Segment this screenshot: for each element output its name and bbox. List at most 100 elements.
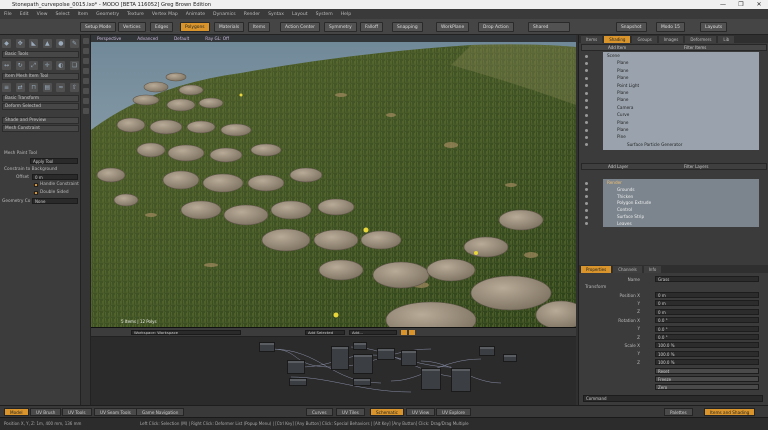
shader-tree-row[interactable]: Polygon Extrude [617, 200, 651, 206]
property-value-field[interactable]: 0 m [655, 292, 759, 298]
property-value-field[interactable]: 100.0 % [655, 342, 759, 349]
basic-tools-row[interactable]: Basic Tools [2, 51, 79, 58]
visibility-eye-icon[interactable] [585, 54, 588, 58]
smooth-tool-icon[interactable]: ≈ [56, 83, 66, 92]
vertices-button[interactable]: Vertices [118, 22, 146, 32]
viewport-tab-advanced[interactable]: Advanced [137, 36, 158, 41]
visibility-eye-icon[interactable] [585, 222, 588, 226]
visibility-eye-icon[interactable] [585, 143, 588, 147]
shader-tree-row[interactable]: Thicken [617, 194, 633, 200]
item-list-row[interactable]: Plane [617, 75, 629, 81]
tab-uv-tiles[interactable]: UV Tiles [336, 408, 365, 416]
rotate-tool-icon[interactable]: ↻ [15, 61, 25, 70]
property-value-field[interactable]: Zero [655, 384, 759, 391]
shader-tree-row[interactable]: Surface Strip [617, 214, 644, 220]
menu-system[interactable]: System [316, 12, 333, 17]
menu-view[interactable]: View [37, 12, 48, 17]
schematic-node[interactable] [401, 350, 417, 366]
schematic-node[interactable] [353, 378, 371, 386]
tab-properties[interactable]: Properties [581, 266, 612, 273]
handle-constraint-checkbox[interactable] [34, 183, 38, 187]
tab-shading[interactable]: Shading [604, 36, 631, 43]
shared-dropdown[interactable]: Shared [528, 22, 570, 32]
item-list-row[interactable]: Surface Particle Generator [627, 142, 682, 148]
property-value-field[interactable]: 0 m [655, 308, 759, 315]
action-center-button[interactable]: Action Center [280, 22, 320, 32]
tab-groups[interactable]: Groups [632, 36, 657, 43]
menu-geometry[interactable]: Geometry [96, 12, 119, 17]
edge-slide-icon[interactable]: ⇄ [15, 83, 25, 92]
item-list-row[interactable]: Plane [617, 97, 629, 103]
tab-model[interactable]: Model [4, 408, 29, 416]
apply-tool-button[interactable]: Apply Tool [30, 158, 78, 164]
visibility-eye-icon[interactable] [585, 135, 588, 139]
move-tool-icon[interactable]: ↔ [2, 61, 11, 70]
select-tool-icon[interactable]: ◆ [2, 39, 11, 48]
item-list-row[interactable]: Plane [617, 127, 629, 133]
basic-transform-row[interactable]: Basic Transform [2, 95, 79, 102]
property-value-field[interactable]: 100.0 % [655, 350, 759, 357]
visibility-eye-icon[interactable] [585, 215, 588, 219]
double-sided-checkbox[interactable] [34, 191, 38, 195]
schematic-node[interactable] [287, 360, 305, 374]
shader-tree-row[interactable]: Leaves [617, 221, 632, 227]
schematic-node[interactable] [479, 346, 495, 356]
workspace-select[interactable]: Workspace: Workspace [131, 330, 241, 335]
visibility-eye-icon[interactable] [585, 128, 588, 132]
property-value-field[interactable]: 0.0 ° [655, 325, 759, 332]
add-layer-button[interactable]: Add Layer [582, 164, 674, 169]
falloff-button[interactable]: Falloff [360, 22, 383, 32]
transform-tool-icon[interactable]: ✥ [15, 39, 25, 48]
property-value-field[interactable]: 100.0 % [655, 359, 759, 366]
menu-layout[interactable]: Layout [292, 12, 308, 17]
close-button[interactable]: ✕ [750, 0, 768, 9]
schematic-pin-icon[interactable] [401, 330, 407, 335]
items-button[interactable]: Items [248, 22, 271, 32]
strip-button-7[interactable] [82, 98, 89, 104]
symmetry-button[interactable]: Symmetry [324, 22, 357, 32]
snapshot-button[interactable]: Snapshot [616, 22, 647, 32]
clone-tool-icon[interactable]: ❏ [69, 61, 79, 70]
visibility-eye-icon[interactable] [585, 84, 588, 88]
add-selected-select[interactable]: Add Selected [305, 330, 345, 335]
shader-tree-row[interactable]: Grounds [617, 187, 635, 193]
tab-channels[interactable]: Channels [613, 266, 642, 273]
workplane-button[interactable]: WorkPlane [436, 22, 470, 32]
strip-button-4[interactable] [82, 68, 89, 74]
strip-button-8[interactable] [82, 108, 89, 114]
menu-render[interactable]: Render [244, 12, 260, 17]
visibility-eye-icon[interactable] [585, 76, 588, 80]
schematic-node[interactable] [377, 348, 395, 360]
visibility-eye-icon[interactable] [585, 69, 588, 73]
tab-lib[interactable]: Lib [718, 36, 735, 43]
item-list-row[interactable]: Plane [617, 90, 629, 96]
property-value-field[interactable]: 0.0 ° [655, 334, 759, 340]
menu-edit[interactable]: Edit [20, 12, 29, 17]
schematic-node[interactable] [259, 342, 275, 352]
schematic-layout-icon[interactable] [409, 330, 415, 335]
tab-curves[interactable]: Curves [306, 408, 333, 416]
strip-button-6[interactable] [82, 88, 89, 94]
item-list-row[interactable]: Plane [617, 120, 629, 126]
menu-file[interactable]: File [4, 12, 12, 17]
property-value-field[interactable]: 0 m [655, 300, 759, 307]
tab-info[interactable]: Info [643, 266, 662, 273]
visibility-eye-icon[interactable] [585, 121, 588, 125]
schematic-node[interactable] [421, 368, 441, 390]
mesh-item-tool-row[interactable]: Item Mesh Item Tool [2, 73, 79, 80]
menu-dynamics[interactable]: Dynamics [213, 12, 236, 17]
offset-field[interactable]: 0 m [32, 174, 78, 180]
snapping-button[interactable]: Snapping [392, 22, 423, 32]
item-list-row[interactable]: Camera [617, 105, 633, 111]
schematic-node[interactable] [353, 354, 373, 374]
tab-schematic[interactable]: Schematic [370, 408, 404, 416]
setup-mode-button[interactable]: Setup Mode [80, 22, 117, 32]
shade-preview-row[interactable]: Shade and Preview [2, 117, 79, 124]
menu-syntax[interactable]: Syntax [268, 12, 284, 17]
visibility-eye-icon[interactable] [585, 61, 588, 65]
schematic-node[interactable] [503, 354, 517, 362]
command-input[interactable]: Command [583, 395, 763, 402]
polygons-button[interactable]: Polygons [180, 22, 210, 32]
name-field[interactable]: Grass [655, 276, 759, 282]
materials-button[interactable]: Materials [214, 22, 245, 32]
